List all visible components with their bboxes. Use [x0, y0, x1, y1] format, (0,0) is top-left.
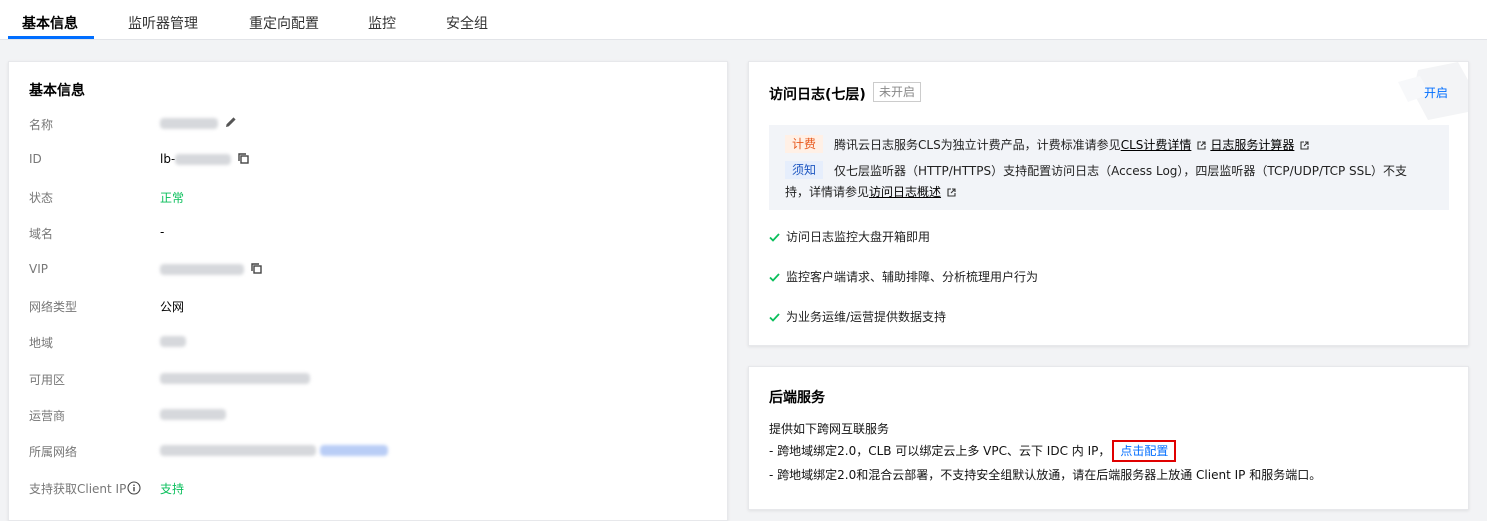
decorative-background-icon [1398, 62, 1468, 120]
vpc-value [160, 443, 388, 457]
backend-service-card: 后端服务 提供如下跨网互联服务 - 跨地域绑定2.0，CLB 可以绑定云上多 V… [748, 366, 1469, 510]
status-badge: 未开启 [873, 82, 922, 102]
domain-label: 域名 [29, 227, 54, 241]
client-ip-label: 支持获取Client IP [29, 480, 159, 498]
tab-listeners[interactable]: 监听器管理 [128, 0, 198, 39]
fee-notice: 腾讯云日志服务CLS为独立计费产品，计费标准请参见CLS计费详情 日志服务计算器 [834, 136, 1313, 153]
redacted-vip [160, 264, 244, 275]
edit-pencil-icon[interactable] [225, 116, 237, 131]
click-config-link[interactable]: 点击配置 [1112, 440, 1177, 462]
redacted-id [175, 154, 232, 165]
isp-label: 运营商 [29, 409, 66, 423]
tab-redirect-config[interactable]: 重定向配置 [249, 0, 319, 39]
basic-info-card: 基本信息 名称 ID lb- 状态 正常 域名 - VIP 网络类型 公网 地域… [8, 61, 728, 521]
vpc-label: 所属网络 [29, 445, 78, 459]
basic-info-title: 基本信息 [29, 83, 85, 99]
notice-box: 计费 腾讯云日志服务CLS为独立计费产品，计费标准请参见CLS计费详情 日志服务计… [769, 125, 1449, 210]
zone-label: 可用区 [29, 373, 66, 387]
tab-basic-info[interactable]: 基本信息 [22, 0, 78, 39]
feature-item: 为业务运维/运营提供数据支持 [769, 308, 946, 325]
access-log-title: 访问日志(七层) [769, 87, 866, 103]
note-tag: 须知 [785, 161, 824, 179]
status-label: 状态 [29, 191, 54, 205]
external-link-icon [1300, 139, 1309, 153]
zone-value [160, 371, 310, 385]
access-log-overview-link[interactable]: 访问日志概述 [869, 185, 941, 199]
redacted-isp [160, 409, 226, 420]
tab-monitoring[interactable]: 监控 [368, 0, 396, 39]
network-type-value: 公网 [160, 300, 185, 314]
check-icon [769, 273, 780, 282]
network-type-label: 网络类型 [29, 300, 78, 314]
redacted-zone [160, 373, 310, 384]
access-log-card: 访问日志(七层) 未开启 开启 计费 腾讯云日志服务CLS为独立计费产品，计费标… [748, 61, 1469, 346]
backend-title: 后端服务 [769, 390, 825, 406]
status-value: 正常 [160, 191, 185, 205]
info-icon[interactable] [127, 481, 141, 498]
active-tab-indicator [8, 36, 94, 39]
external-link-icon [947, 186, 956, 200]
note-text-line2: 持，详情请参见访问日志概述 [785, 183, 960, 200]
backend-intro: 提供如下跨网互联服务 [769, 422, 890, 436]
redacted-region [160, 336, 186, 347]
client-ip-value: 支持 [160, 482, 185, 496]
id-label: ID [29, 152, 42, 166]
feature-item: 监控客户端请求、辅助排障、分析梳理用户行为 [769, 268, 1038, 285]
tab-bar: 基本信息 监听器管理 重定向配置 监控 安全组 [0, 0, 1487, 40]
redacted-vpc-name [160, 445, 316, 456]
fee-tag: 计费 [785, 135, 824, 153]
log-calculator-link[interactable]: 日志服务计算器 [1210, 138, 1294, 152]
name-value [160, 116, 237, 131]
tab-security-group[interactable]: 安全组 [446, 0, 488, 39]
vpc-id-link[interactable] [319, 445, 388, 456]
enable-link[interactable]: 开启 [1424, 84, 1448, 101]
id-prefix: lb- [160, 152, 176, 166]
backend-line1: - 跨地域绑定2.0，CLB 可以绑定云上多 VPC、云下 IDC 内 IP，点… [769, 440, 1177, 462]
region-value [160, 334, 186, 348]
note-text-line1: 仅七层监听器（HTTP/HTTPS）支持配置访问日志（Access Log），四… [834, 164, 1407, 178]
id-value: lb- [160, 152, 249, 167]
domain-value: - [160, 225, 165, 239]
copy-icon[interactable] [251, 262, 262, 277]
isp-value [160, 407, 226, 421]
external-link-icon [1197, 139, 1206, 153]
vip-label: VIP [29, 262, 48, 276]
region-label: 地域 [29, 336, 54, 350]
check-icon [769, 233, 780, 242]
name-label: 名称 [29, 118, 54, 132]
copy-icon[interactable] [238, 152, 249, 167]
check-icon [769, 313, 780, 322]
redacted-name [160, 118, 218, 129]
feature-item: 访问日志监控大盘开箱即用 [769, 228, 930, 245]
backend-line2: - 跨地域绑定2.0和混合云部署，不支持安全组默认放通，请在后端服务器上放通 C… [769, 468, 1322, 482]
cls-billing-link[interactable]: CLS计费详情 [1121, 138, 1192, 152]
vip-value [160, 262, 262, 277]
